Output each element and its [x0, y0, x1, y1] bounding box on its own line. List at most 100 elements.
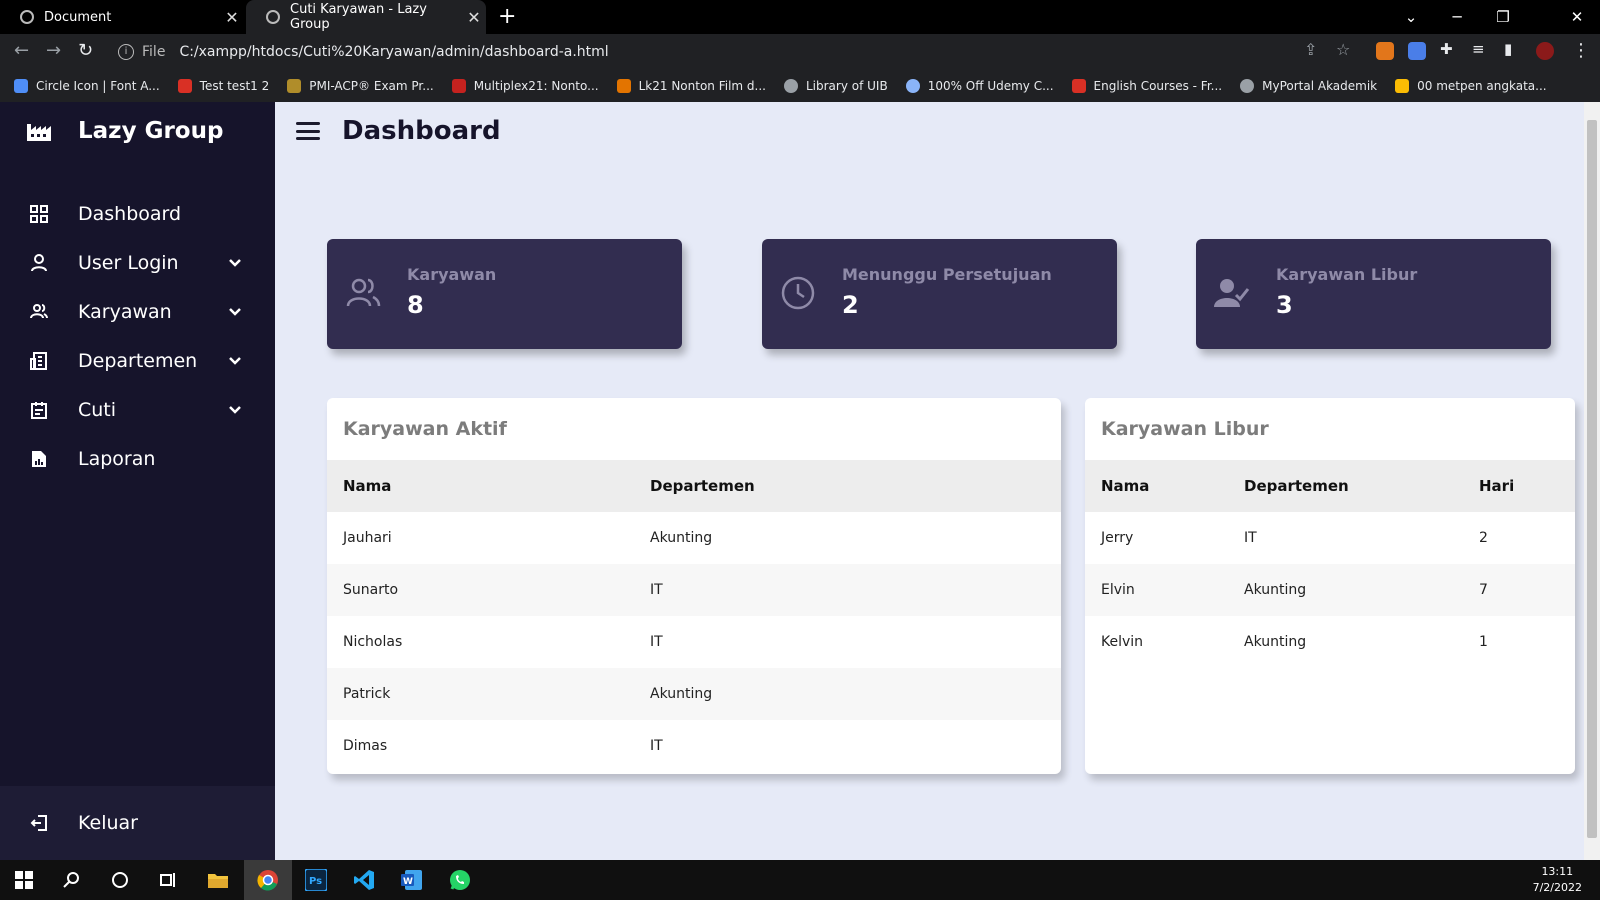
bookmark-icon	[177, 79, 192, 93]
table-body: Jerry IT 2 Elvin Akunting 7 Kelvin Akunt…	[1085, 512, 1575, 668]
table-row[interactable]: Nicholas IT	[327, 616, 1061, 668]
table-cell: IT	[1244, 530, 1257, 546]
translate-extension-icon[interactable]	[1408, 42, 1426, 60]
bookmark-item[interactable]: Library of UIB	[783, 79, 888, 93]
grid-icon	[29, 204, 49, 224]
sidebar-item-karyawan[interactable]: Karyawan	[0, 289, 275, 335]
chevron-down-icon[interactable]	[227, 405, 243, 415]
logout-button[interactable]: Keluar	[0, 800, 275, 846]
clock-time: 13:11	[1541, 865, 1574, 878]
main-header: Dashboard	[296, 116, 501, 146]
menu-icon[interactable]: ⋮	[1572, 40, 1590, 61]
active-employees-card: Karyawan Aktif Nama Departemen Jauhari A…	[327, 398, 1061, 774]
bookmark-item[interactable]: 00 metpen angkata...	[1395, 79, 1547, 93]
bookmark-item[interactable]: Lk21 Nonton Film d...	[616, 79, 766, 93]
logout-section: Keluar	[0, 786, 275, 860]
column-header: Hari	[1479, 477, 1515, 495]
sidebar-item-laporan[interactable]: Laporan	[0, 436, 275, 482]
bookmark-item[interactable]: MyPortal Akademik	[1240, 79, 1377, 93]
stat-label: Karyawan Libur	[1276, 265, 1418, 284]
stat-value: 2	[842, 291, 859, 319]
minimize-icon[interactable]: ─	[1434, 0, 1480, 34]
cortana-icon[interactable]	[96, 860, 144, 900]
browser-tab[interactable]: Document ✕	[0, 0, 244, 34]
table-row[interactable]: Patrick Akunting	[327, 668, 1061, 720]
file-explorer-icon[interactable]	[194, 860, 242, 900]
file-icon	[29, 449, 49, 469]
info-icon[interactable]: i	[118, 44, 134, 60]
sidebar-item-departemen[interactable]: Departemen	[0, 338, 275, 384]
forward-icon[interactable]: →	[46, 40, 61, 61]
table-row[interactable]: Kelvin Akunting 1	[1085, 616, 1575, 668]
sidebar-item-user-login[interactable]: User Login	[0, 240, 275, 286]
chevron-down-icon[interactable]	[227, 258, 243, 268]
hamburger-menu-icon[interactable]	[296, 122, 320, 140]
word-icon[interactable]: W	[388, 860, 436, 900]
share-icon[interactable]: ⇪	[1304, 40, 1317, 59]
table-cell: Jauhari	[343, 530, 392, 546]
bookmark-item[interactable]: 100% Off Udemy C...	[905, 79, 1054, 93]
bookmark-label: Library of UIB	[805, 79, 888, 93]
bookmark-item[interactable]: English Courses - Fr...	[1071, 79, 1222, 93]
table-header: Nama Departemen Hari	[1085, 460, 1575, 512]
app-viewport: Lazy Group Dashboard User Login Karyawan	[0, 102, 1600, 860]
system-clock[interactable]: 13:11 7/2/2022	[1533, 864, 1582, 896]
bookmark-star-icon[interactable]: ☆	[1336, 40, 1350, 59]
table-row[interactable]: Jerry IT 2	[1085, 512, 1575, 564]
card-title: Karyawan Aktif	[343, 418, 507, 440]
sidebar-item-label: Cuti	[78, 399, 117, 421]
bookmark-icon	[14, 79, 28, 93]
bookmark-item[interactable]: Test test1 2	[177, 79, 269, 93]
brand[interactable]: Lazy Group	[26, 118, 223, 144]
card-title: Karyawan Libur	[1101, 418, 1269, 440]
bookmark-item[interactable]: Circle Icon | Font A...	[14, 79, 160, 93]
search-icon[interactable]	[48, 860, 96, 900]
table-cell: Sunarto	[343, 582, 399, 598]
table-row[interactable]: Dimas IT	[327, 720, 1061, 772]
restore-icon[interactable]: ❐	[1480, 0, 1526, 34]
bookmark-item[interactable]: Multiplex21: Nonto...	[451, 79, 599, 93]
extensions-icon[interactable]: ✚	[1440, 40, 1453, 58]
column-header: Departemen	[650, 477, 755, 495]
column-header: Nama	[1101, 477, 1150, 495]
new-tab-icon[interactable]: +	[498, 4, 516, 29]
scrollbar-thumb[interactable]	[1587, 120, 1597, 838]
logout-icon	[29, 813, 49, 833]
table-cell: IT	[650, 738, 663, 754]
table-row[interactable]: Sunarto IT	[327, 564, 1061, 616]
url-text[interactable]: C:/xampp/htdocs/Cuti%20Karyawan/admin/da…	[179, 44, 608, 60]
sidebar-item-label: Dashboard	[78, 203, 182, 225]
chevron-down-icon[interactable]	[227, 356, 243, 366]
brand-name: Lazy Group	[78, 118, 224, 144]
sidebar-item-dashboard[interactable]: Dashboard	[0, 191, 275, 237]
tab-search-icon[interactable]: ⌄	[1388, 0, 1434, 34]
close-tab-icon[interactable]: ✕	[220, 8, 244, 27]
table-row[interactable]: Elvin Akunting 7	[1085, 564, 1575, 616]
chevron-down-icon[interactable]	[227, 307, 243, 317]
task-view-icon[interactable]	[144, 860, 192, 900]
browser-tab-active[interactable]: Cuti Karyawan - Lazy Group ✕	[246, 0, 486, 34]
reading-list-icon[interactable]: ≡	[1472, 40, 1485, 58]
bookmark-label: PMI-ACP® Exam Pr...	[309, 79, 434, 93]
chrome-taskbar-icon[interactable]	[244, 860, 292, 900]
back-icon[interactable]: ←	[14, 40, 29, 61]
table-row[interactable]: Jauhari Akunting	[327, 512, 1061, 564]
bookmark-item[interactable]: PMI-ACP® Exam Pr...	[287, 79, 434, 93]
profile-avatar[interactable]	[1536, 42, 1554, 60]
close-tab-icon[interactable]: ✕	[462, 8, 486, 27]
metamask-extension-icon[interactable]	[1376, 42, 1394, 60]
side-panel-icon[interactable]: ▮	[1504, 40, 1512, 58]
page-scrollbar[interactable]	[1584, 102, 1600, 860]
vscode-icon[interactable]	[340, 860, 388, 900]
browser-tab-strip: Document ✕ Cuti Karyawan - Lazy Group ✕ …	[0, 0, 1600, 34]
stat-value: 8	[407, 291, 424, 319]
photoshop-icon[interactable]: Ps	[292, 860, 340, 900]
windows-start-icon[interactable]	[0, 860, 48, 900]
reload-icon[interactable]: ↻	[78, 40, 93, 61]
address-bar[interactable]: i File C:/xampp/htdocs/Cuti%20Karyawan/a…	[110, 38, 1310, 66]
sidebar-item-cuti[interactable]: Cuti	[0, 387, 275, 433]
whatsapp-icon[interactable]	[436, 860, 484, 900]
clock-date: 7/2/2022	[1532, 881, 1582, 894]
close-window-icon[interactable]: ✕	[1554, 0, 1600, 34]
table-cell: Akunting	[650, 686, 713, 702]
